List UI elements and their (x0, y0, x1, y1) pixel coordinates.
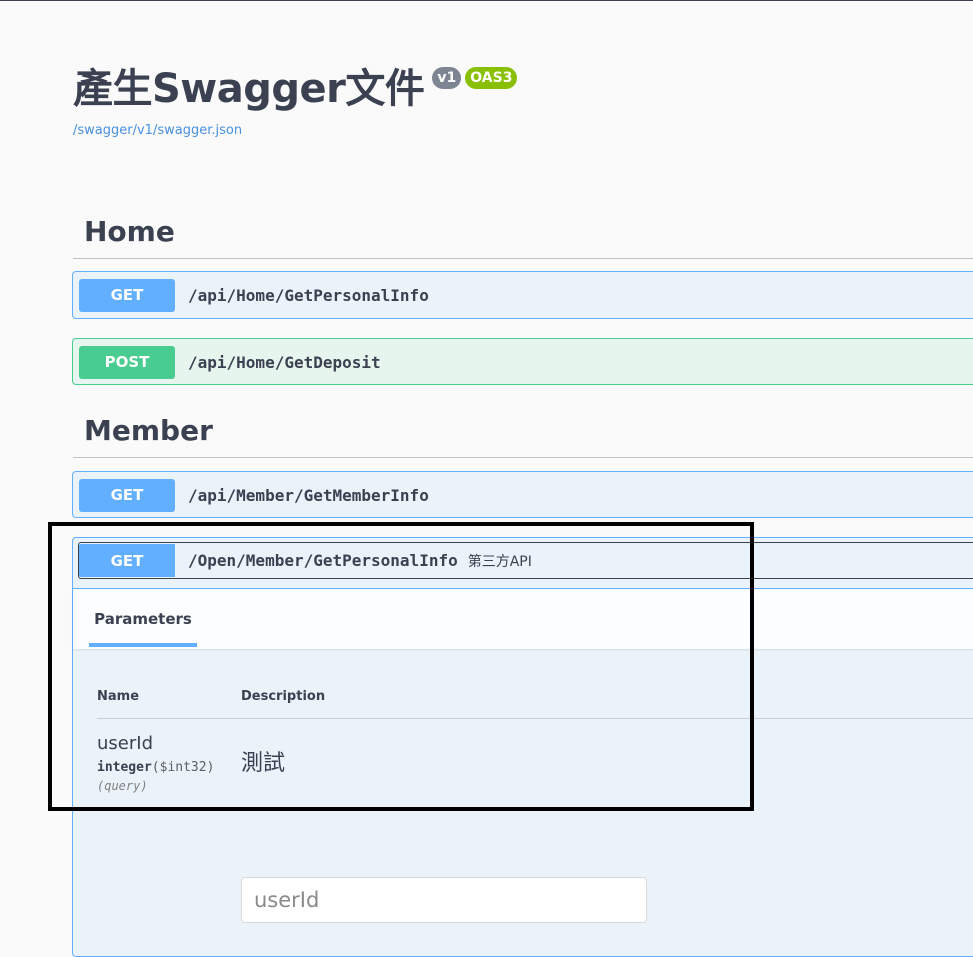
parameter-name: userId (97, 733, 153, 754)
method-badge: GET (79, 478, 175, 512)
operation-path: /api/Member/GetMemberInfo (188, 485, 429, 505)
col-header-name: Name (97, 689, 140, 704)
tab-parameters[interactable]: Parameters (89, 589, 197, 647)
oas-badge: OAS3 (465, 67, 518, 89)
parameter-type: integer($int32) (97, 760, 241, 775)
api-info: 產生Swagger文件 v1 OAS3 /swagger/v1/swagger.… (73, 61, 518, 138)
method-badge: GET (79, 278, 175, 312)
operation-path: /Open/Member/GetPersonalInfo (188, 551, 458, 570)
operation-get-open-personal-info: GET /Open/Member/GetPersonalInfo 第三方API … (72, 537, 973, 957)
parameter-row: userId integer($int32) (query) 測試 (97, 719, 973, 793)
parameter-type-name: integer (97, 760, 152, 775)
tag-member[interactable]: Member (73, 414, 973, 458)
parameter-name-cell: userId integer($int32) (query) (97, 733, 241, 793)
parameters-table-header: Name Description (97, 649, 973, 719)
parameter-location: (query) (97, 779, 148, 793)
parameter-format: ($int32) (151, 760, 215, 775)
tabs-header: Parameters (73, 589, 973, 649)
parameter-description: 測試 (241, 750, 286, 775)
tag-home[interactable]: Home (73, 215, 973, 259)
operation-description: 第三方API (467, 553, 532, 570)
operation-path: /api/Home/GetPersonalInfo (188, 285, 429, 305)
operation-summary[interactable]: POST /api/Home/GetDeposit (73, 339, 973, 385)
parameters-section: Name Description userId integer($int32) … (73, 649, 973, 923)
page-title: 產生Swagger文件 (73, 66, 425, 112)
operation-post-home-deposit[interactable]: POST /api/Home/GetDeposit (72, 338, 973, 385)
parameter-description-cell: 測試 (241, 733, 285, 793)
col-header-description: Description (241, 689, 326, 704)
tag-name: Home (84, 215, 175, 248)
title-row: 產生Swagger文件 v1 OAS3 (73, 61, 518, 117)
method-badge: GET (79, 544, 175, 577)
version-badge: v1 (432, 67, 462, 89)
method-badge: POST (79, 345, 175, 379)
operation-summary[interactable]: GET /Open/Member/GetPersonalInfo 第三方API (78, 542, 973, 579)
tag-name: Member (84, 414, 213, 447)
operation-summary[interactable]: GET /api/Home/GetPersonalInfo (73, 272, 973, 318)
spec-url-link[interactable]: /swagger/v1/swagger.json (73, 123, 517, 138)
operation-path: /api/Home/GetDeposit (188, 352, 381, 372)
operation-summary[interactable]: GET /api/Member/GetMemberInfo (73, 472, 973, 518)
operation-get-member-info[interactable]: GET /api/Member/GetMemberInfo (72, 471, 973, 518)
operation-get-home-personal-info[interactable]: GET /api/Home/GetPersonalInfo (72, 271, 973, 319)
operation-summary-wrapper: GET /Open/Member/GetPersonalInfo 第三方API (73, 542, 973, 589)
userid-input[interactable] (241, 877, 647, 923)
